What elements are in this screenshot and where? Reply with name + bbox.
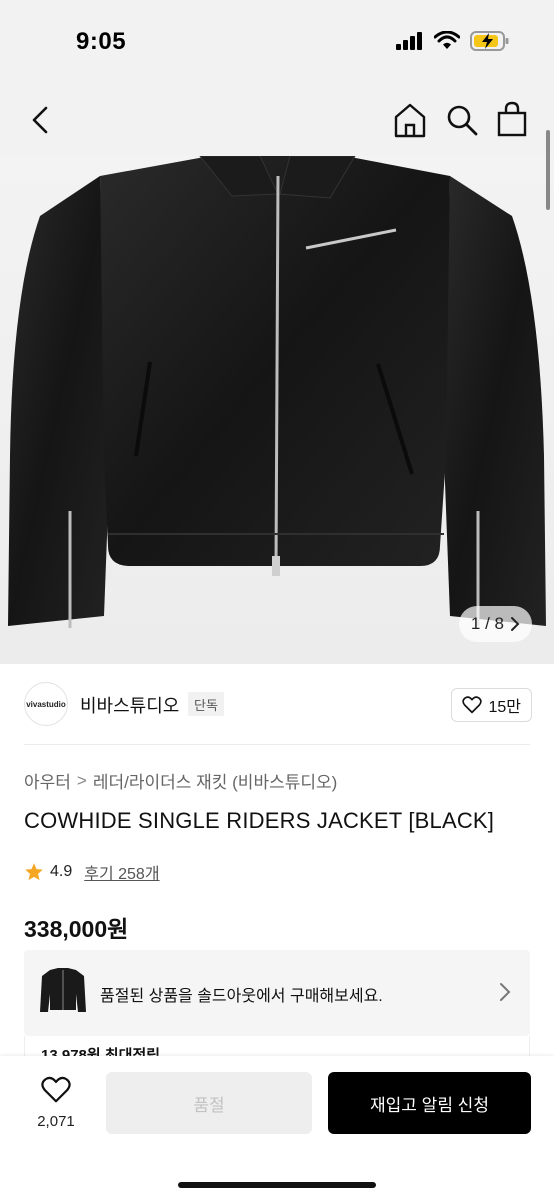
scrollbar[interactable] — [546, 130, 550, 210]
heart-icon — [462, 696, 483, 714]
exclusive-badge: 단독 — [188, 692, 224, 716]
image-counter-text: 1 / 8 — [470, 614, 504, 633]
bottom-action-bar: 2,071 품절 재입고 알림 신청 — [0, 1056, 554, 1200]
star-icon — [25, 863, 43, 881]
restock-alert-button[interactable]: 재입고 알림 신청 — [328, 1072, 531, 1134]
brand-like-button[interactable]: 15만 — [451, 688, 532, 722]
cellular-signal-icon — [396, 32, 422, 50]
breadcrumb: 아우터 > 레더/라이더스 재킷 (비바스튜디오) — [24, 768, 337, 793]
chevron-right-icon — [500, 983, 511, 1001]
top-nav — [0, 84, 554, 156]
product-price: 338,000원 — [24, 916, 129, 942]
product-title: COWHIDE SINGLE RIDERS JACKET [BLACK] — [24, 808, 495, 833]
rating-row: 4.9 후기 258개 — [24, 860, 160, 884]
status-icons — [396, 30, 510, 52]
wishlist-button[interactable]: 2,071 — [24, 1076, 88, 1130]
brand-logo-text: vivastudio — [26, 699, 66, 709]
wifi-icon — [434, 31, 460, 49]
heart-icon — [41, 1076, 71, 1103]
status-time: 9:05 — [76, 28, 127, 55]
soldout-notice-card[interactable]: 품절된 상품을 솔드아웃에서 구매해보세요. — [24, 950, 530, 1036]
brand-like-count: 15만 — [488, 699, 521, 716]
divider — [24, 744, 530, 745]
breadcrumb-separator-icon: > — [76, 770, 87, 790]
product-thumbnail — [40, 968, 86, 1012]
brand-name[interactable]: 비바스튜디오 — [80, 692, 179, 718]
status-bar: 9:05 — [0, 0, 554, 84]
review-link[interactable]: 후기 258개 — [84, 860, 159, 884]
soldout-button: 품절 — [106, 1072, 312, 1134]
image-counter[interactable]: 1 / 8 — [458, 606, 532, 642]
battery-charging-icon — [470, 31, 509, 51]
brand-logo[interactable]: vivastudio — [24, 682, 68, 726]
wishlist-count: 2,071 — [37, 1113, 75, 1130]
breadcrumb-category[interactable]: 아우터 — [24, 768, 71, 793]
brand-row: vivastudio 비바스튜디오 단독 15만 — [24, 682, 532, 728]
search-icon[interactable] — [444, 102, 480, 138]
rating-value: 4.9 — [50, 863, 73, 880]
product-image — [8, 156, 546, 628]
breadcrumb-subcategory[interactable]: 레더/라이더스 재킷 (비바스튜디오) — [93, 768, 337, 793]
chevron-right-icon — [511, 617, 520, 631]
product-image-carousel[interactable]: 1 / 8 — [0, 156, 554, 664]
shopping-bag-icon[interactable] — [496, 100, 528, 138]
home-icon[interactable] — [392, 101, 428, 139]
home-indicator — [178, 1182, 376, 1188]
soldout-notice-text: 품절된 상품을 솔드아웃에서 구매해보세요. — [100, 988, 383, 1005]
chevron-left-icon[interactable] — [22, 102, 58, 138]
